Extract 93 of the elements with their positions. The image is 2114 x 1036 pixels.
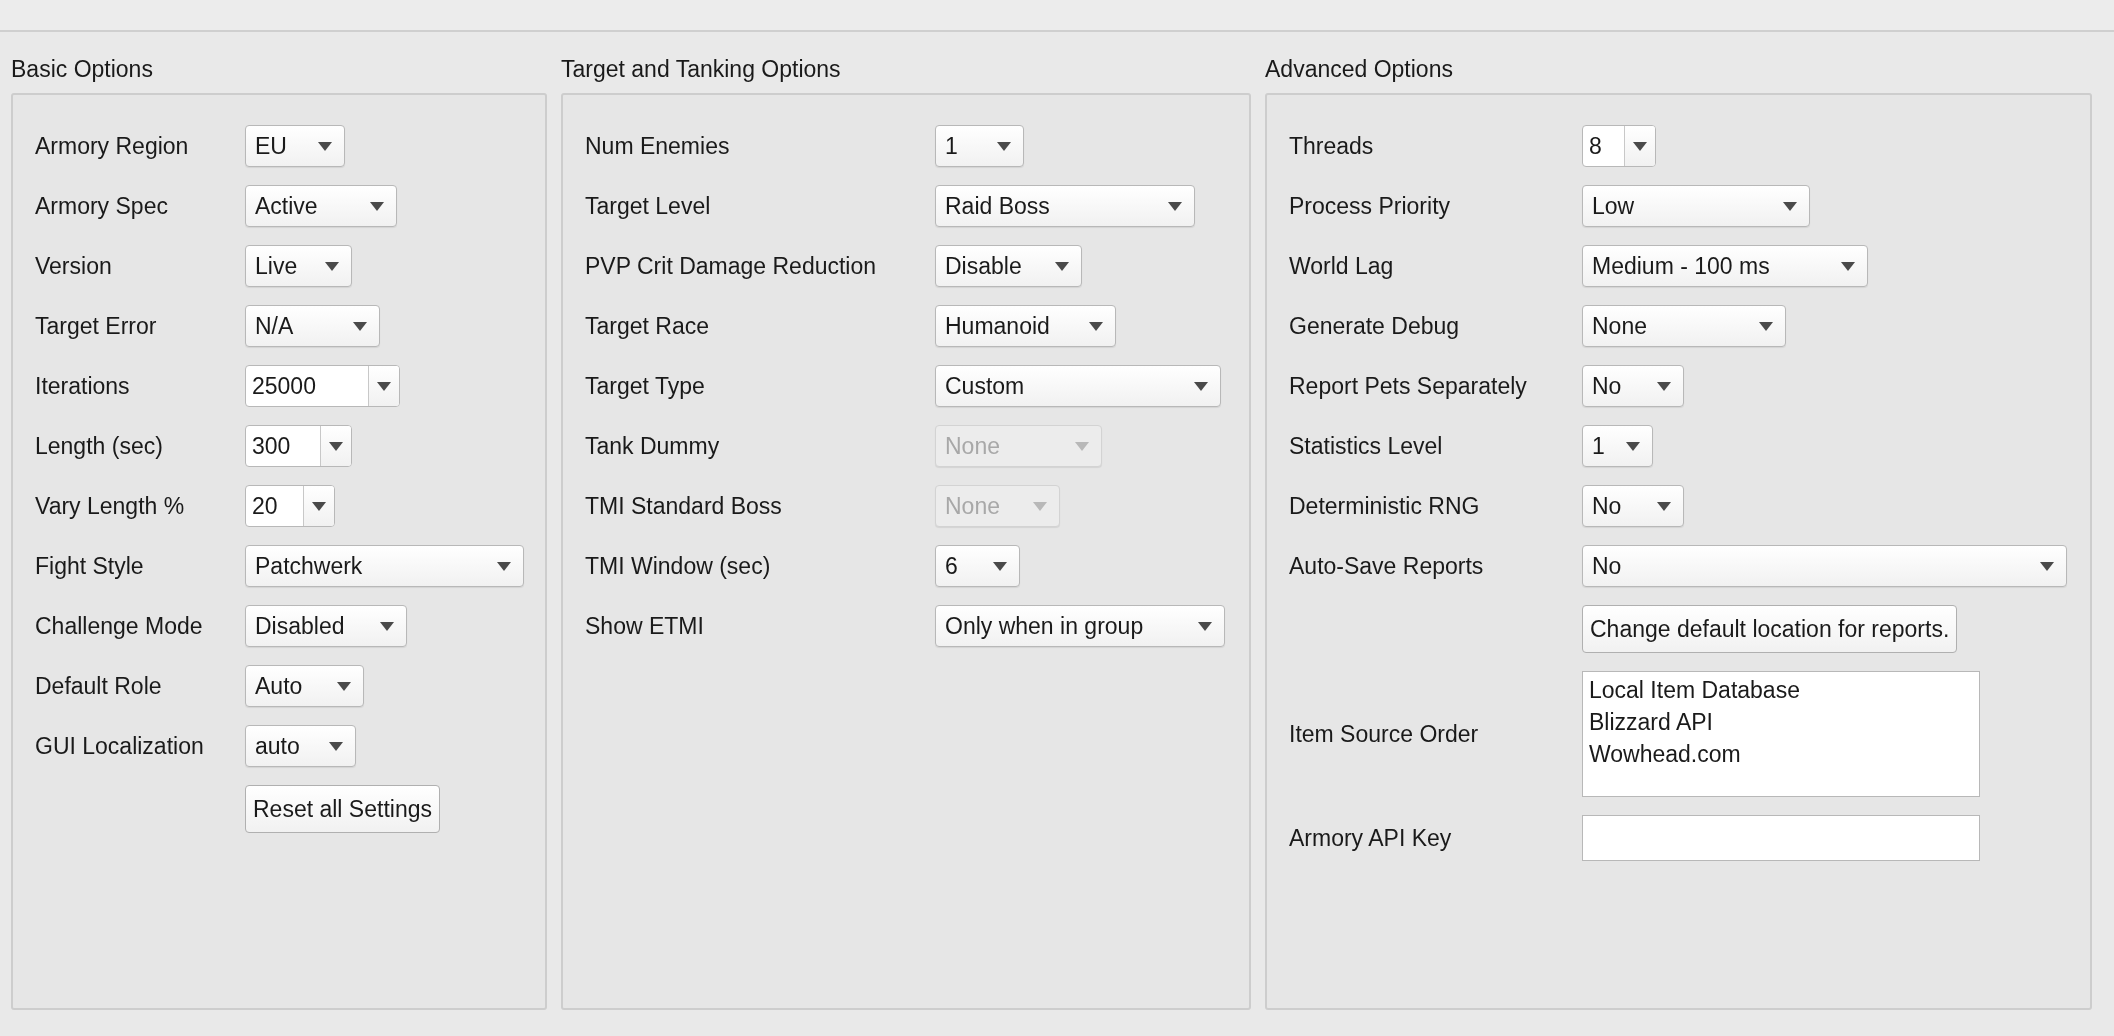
field-label: Target Type [585,372,705,400]
dropdown[interactable]: EU [245,125,345,167]
field-label: Statistics Level [1289,432,1443,460]
field-label: TMI Standard Boss [585,492,782,520]
field-label: Threads [1289,132,1374,160]
caret-icon [1783,201,1797,211]
dropdown[interactable]: Live [245,245,352,287]
caret-icon [337,681,351,691]
dropdown[interactable]: Patchwerk [245,545,524,587]
list-item[interactable]: Blizzard API [1589,706,1973,738]
caret-icon [1055,261,1069,271]
action-button[interactable]: Reset all Settings [245,785,440,833]
caret-icon [1075,441,1089,451]
field-label: Iterations [35,372,130,400]
caret-icon [1633,141,1647,151]
field-label: Target Level [585,192,711,220]
field-label: Tank Dummy [585,432,720,460]
dropdown[interactable]: 1 [935,125,1024,167]
dropdown[interactable]: N/A [245,305,380,347]
caret-icon [370,201,384,211]
dropdown[interactable]: None [1582,305,1786,347]
panel-title: Basic Options [11,55,154,84]
field-label: Show ETMI [585,612,704,640]
field-label: Process Priority [1289,192,1451,220]
dropdown[interactable]: 1 [1582,425,1653,467]
panel-title: Target and Tanking Options [561,55,842,84]
field-label: Target Race [585,312,709,340]
caret-icon [1089,321,1103,331]
caret-icon [997,141,1011,151]
combo-field[interactable]: 300 [245,425,352,467]
dropdown[interactable]: 6 [935,545,1020,587]
dropdown[interactable]: No [1582,485,1684,527]
field-label: Report Pets Separately [1289,372,1527,400]
combo-field[interactable]: 20 [245,485,335,527]
caret-icon [1657,381,1671,391]
field-label: Deterministic RNG [1289,492,1480,520]
dropdown[interactable]: No [1582,545,2067,587]
dropdown[interactable]: Raid Boss [935,185,1195,227]
caret-icon [312,501,326,511]
caret-icon [1168,201,1182,211]
caret-icon [1759,321,1773,331]
field-label: GUI Localization [35,732,204,760]
input-field[interactable] [1582,815,1980,861]
field-label: Item Source Order [1289,720,1479,748]
field-label: Armory API Key [1289,824,1452,852]
dropdown[interactable]: Custom [935,365,1221,407]
field-label: Auto-Save Reports [1289,552,1484,580]
field-label: Fight Style [35,552,144,580]
caret-icon [1626,441,1640,451]
action-button[interactable]: Change default location for reports. [1582,605,1958,653]
caret-icon [1198,621,1212,631]
caret-icon [380,621,394,631]
field-label: Challenge Mode [35,612,203,640]
dropdown[interactable]: Medium - 100 ms [1582,245,1868,287]
caret-icon [353,321,367,331]
field-label: Length (sec) [35,432,163,460]
dropdown[interactable]: Only when in group [935,605,1225,647]
field-label: PVP Crit Damage Reduction [585,252,877,280]
dropdown[interactable]: Disabled [245,605,407,647]
combo-field[interactable]: 8 [1582,125,1656,167]
field-label: Version [35,252,112,280]
dropdown[interactable]: No [1582,365,1684,407]
caret-icon [2040,561,2054,571]
list-item[interactable]: Local Item Database [1589,674,1973,706]
list-item[interactable]: Wowhead.com [1589,738,1973,770]
field-label: Vary Length % [35,492,185,520]
caret-icon [1841,261,1855,271]
caret-icon [377,381,391,391]
field-label: Armory Spec [35,192,168,220]
field-label: Default Role [35,672,162,700]
dropdown[interactable]: Auto [245,665,364,707]
dropdown[interactable]: Humanoid [935,305,1116,347]
dropdown[interactable]: Disable [935,245,1082,287]
caret-icon [1657,501,1671,511]
caret-icon [993,561,1007,571]
field-label: Num Enemies [585,132,730,160]
caret-icon [325,261,339,271]
panel-title: Advanced Options [1265,55,1454,84]
field-label: Target Error [35,312,157,340]
dropdown[interactable]: auto [245,725,356,767]
caret-icon [329,441,343,451]
caret-icon [318,141,332,151]
caret-icon [497,561,511,571]
combo-field[interactable]: 25000 [245,365,400,407]
field-label: Generate Debug [1289,312,1460,340]
caret-icon [329,741,343,751]
field-label: TMI Window (sec) [585,552,771,580]
caret-icon [1194,381,1208,391]
caret-icon [1033,501,1047,511]
dropdown[interactable]: Low [1582,185,1810,227]
field-label: Armory Region [35,132,189,160]
field-label: World Lag [1289,252,1394,280]
dropdown[interactable]: Active [245,185,397,227]
